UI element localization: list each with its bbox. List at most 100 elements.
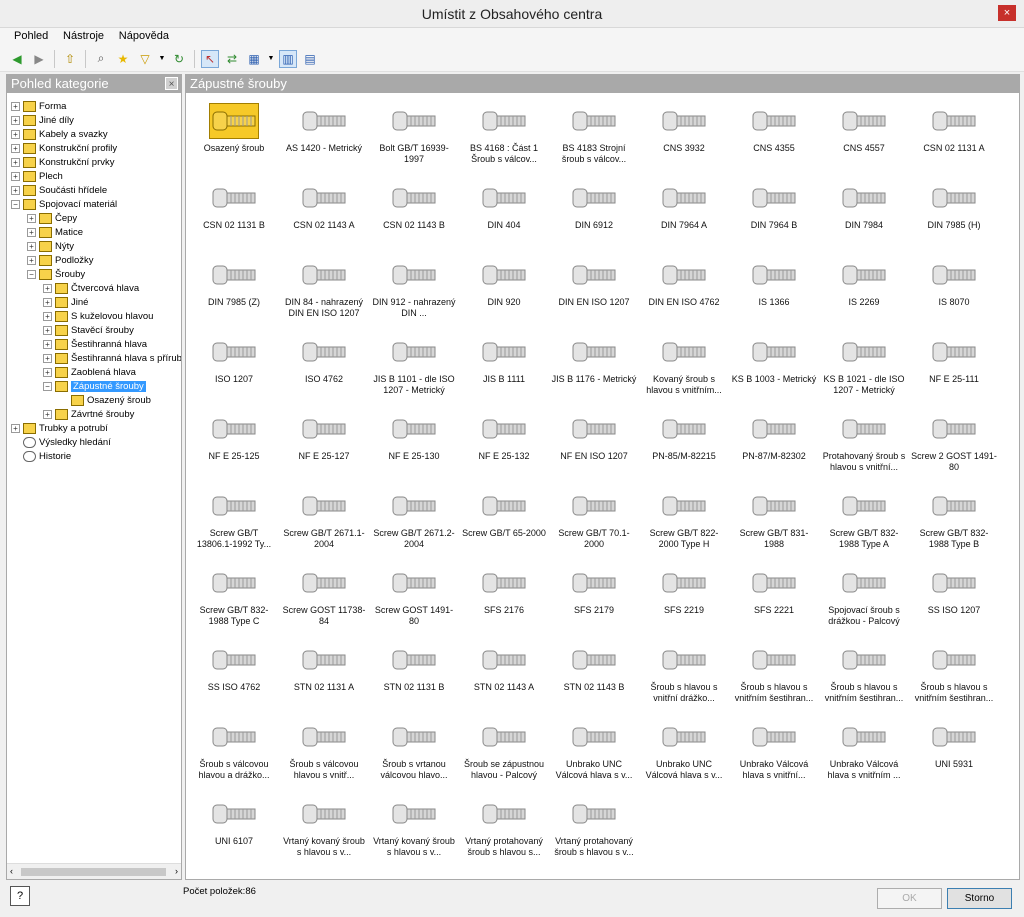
part-item[interactable]: Šroub s hlavou s vnitřním šestihran... (820, 636, 908, 710)
part-item[interactable]: Osazený šroub (190, 97, 278, 171)
part-item[interactable]: Screw GB/T 70.1-2000 (550, 482, 638, 556)
part-item[interactable]: SFS 2219 (640, 559, 728, 633)
part-item[interactable]: SS ISO 1207 (910, 559, 998, 633)
tree-node[interactable]: + Konstrukční profily (11, 141, 117, 155)
part-item[interactable]: Šroub s hlavou s vnitřním šestihran... (730, 636, 818, 710)
expand-icon[interactable]: + (27, 227, 36, 237)
tree-node[interactable]: + Součásti hřídele (11, 183, 107, 197)
part-item[interactable]: CSN 02 1143 A (280, 174, 368, 248)
expand-icon[interactable]: + (43, 325, 52, 335)
tree-node[interactable]: + Šestihranná hlava s přírubou (43, 351, 181, 365)
expand-icon[interactable]: + (27, 241, 36, 251)
part-item[interactable]: NF E 25-111 (910, 328, 998, 402)
part-item[interactable]: Unbrako Válcová hlava s vnitřní... (730, 713, 818, 787)
tree-node[interactable]: + Jiné (43, 295, 88, 309)
close-window-button[interactable]: × (998, 5, 1016, 21)
part-item[interactable]: AS 1420 - Metrický (280, 97, 368, 171)
part-item[interactable]: SS ISO 4762 (190, 636, 278, 710)
tree-node[interactable]: Osazený šroub (59, 393, 151, 407)
collapse-icon[interactable]: − (43, 381, 52, 391)
tree-node[interactable]: Výsledky hledání (11, 435, 111, 449)
tree-node[interactable]: Historie (11, 449, 71, 463)
part-item[interactable]: IS 8070 (910, 251, 998, 325)
part-item[interactable]: Screw GB/T 822-2000 Type H (640, 482, 728, 556)
tree-node[interactable]: + Plech (11, 169, 63, 183)
part-item[interactable]: CSN 02 1131 A (910, 97, 998, 171)
close-panel-button[interactable]: × (165, 77, 178, 90)
part-item[interactable]: ISO 1207 (190, 328, 278, 402)
tree-node[interactable]: + Trubky a potrubí (11, 421, 108, 435)
part-item[interactable]: SFS 2176 (460, 559, 548, 633)
scroll-thumb[interactable] (21, 868, 166, 876)
refresh-icon[interactable]: ↻ (170, 50, 188, 68)
menu-napoveda[interactable]: Nápověda (113, 28, 175, 44)
tree-node[interactable]: + Kabely a svazky (11, 127, 108, 141)
part-item[interactable]: DIN 7964 B (730, 174, 818, 248)
expand-icon[interactable]: + (27, 213, 36, 223)
part-item[interactable]: NF EN ISO 1207 (550, 405, 638, 479)
part-item[interactable]: Screw GB/T 832-1988 Type C (190, 559, 278, 633)
part-item[interactable]: Screw GB/T 2671.1-2004 (280, 482, 368, 556)
part-item[interactable]: Screw 2 GOST 1491-80 (910, 405, 998, 479)
tree-node[interactable]: + Zaoblená hlava (43, 365, 136, 379)
tree-node[interactable]: − Spojovací materiál (11, 197, 117, 211)
expand-icon[interactable]: + (43, 353, 52, 363)
part-item[interactable]: CNS 4355 (730, 97, 818, 171)
part-item[interactable]: STN 02 1131 B (370, 636, 458, 710)
part-item[interactable]: DIN 6912 (550, 174, 638, 248)
menu-nastroje[interactable]: Nástroje (57, 28, 110, 44)
part-item[interactable]: Screw GB/T 13806.1-1992 Ty... (190, 482, 278, 556)
part-item[interactable]: Kovaný šroub s hlavou s vnitřním... (640, 328, 728, 402)
dropdown-arrow-icon[interactable]: ▼ (267, 50, 275, 68)
expand-icon[interactable]: + (11, 185, 20, 195)
forward-icon[interactable]: ▶ (30, 50, 48, 68)
part-item[interactable]: DIN 7985 (H) (910, 174, 998, 248)
part-item[interactable]: STN 02 1143 B (550, 636, 638, 710)
expand-icon[interactable]: + (43, 283, 52, 293)
part-item[interactable]: Screw GOST 1491-80 (370, 559, 458, 633)
part-item[interactable]: CNS 3932 (640, 97, 728, 171)
part-item[interactable]: Vrtaný protahovaný šroub s hlavou s v... (550, 790, 638, 864)
part-item[interactable]: Screw GB/T 65-2000 (460, 482, 548, 556)
part-item[interactable]: Unbrako UNC Válcová hlava s v... (640, 713, 728, 787)
expand-icon[interactable]: + (11, 171, 20, 181)
part-item[interactable]: DIN 84 - nahrazený DIN EN ISO 1207 (280, 251, 368, 325)
part-item[interactable]: Šroub s válcovou hlavou s vnitř... (280, 713, 368, 787)
menu-pohled[interactable]: Pohled (8, 28, 54, 44)
part-item[interactable]: BS 4168 : Část 1 Šroub s válcov... (460, 97, 548, 171)
part-item[interactable]: ISO 4762 (280, 328, 368, 402)
filter-icon[interactable]: ▽ (136, 50, 154, 68)
table-view-icon[interactable]: ▤ (301, 50, 319, 68)
part-item[interactable]: DIN 404 (460, 174, 548, 248)
collapse-icon[interactable]: − (11, 199, 20, 209)
collapse-icon[interactable]: − (27, 269, 36, 279)
part-item[interactable]: NF E 25-130 (370, 405, 458, 479)
part-item[interactable]: NF E 25-132 (460, 405, 548, 479)
part-item[interactable]: DIN 7964 A (640, 174, 728, 248)
part-item[interactable]: Šroub s hlavou s vnitřní drážko... (640, 636, 728, 710)
part-item[interactable]: Unbrako Válcová hlava s vnitřním ... (820, 713, 908, 787)
part-item[interactable]: CSN 02 1143 B (370, 174, 458, 248)
search-icon[interactable]: ⌕ (92, 50, 110, 68)
part-item[interactable]: Vrtaný kovaný šroub s hlavou s v... (280, 790, 368, 864)
expand-icon[interactable]: + (11, 143, 20, 153)
expand-icon[interactable]: + (43, 339, 52, 349)
part-item[interactable]: Screw GOST 11738-84 (280, 559, 368, 633)
part-item[interactable]: DIN 912 - nahrazený DIN ... (370, 251, 458, 325)
horizontal-scrollbar[interactable]: ‹ › (7, 863, 181, 879)
tree-node[interactable]: + Závrtné šrouby (43, 407, 134, 421)
tree-node[interactable]: + Čtvercová hlava (43, 281, 139, 295)
part-item[interactable]: IS 2269 (820, 251, 908, 325)
help-icon[interactable]: ? (10, 886, 30, 906)
sync-icon[interactable]: ⇄ (223, 50, 241, 68)
part-item[interactable]: JIS B 1111 (460, 328, 548, 402)
tree-node[interactable]: + Matice (27, 225, 83, 239)
part-item[interactable]: DIN 7984 (820, 174, 908, 248)
view-options-icon[interactable]: ▦ (245, 50, 263, 68)
expand-icon[interactable]: + (11, 129, 20, 139)
ok-button[interactable]: OK (877, 888, 942, 909)
part-item[interactable]: JIS B 1101 - dle ISO 1207 - Metrický (370, 328, 458, 402)
tree-node[interactable]: + S kuželovou hlavou (43, 309, 153, 323)
expand-icon[interactable]: + (43, 297, 52, 307)
tree-node[interactable]: − Šrouby (27, 267, 85, 281)
